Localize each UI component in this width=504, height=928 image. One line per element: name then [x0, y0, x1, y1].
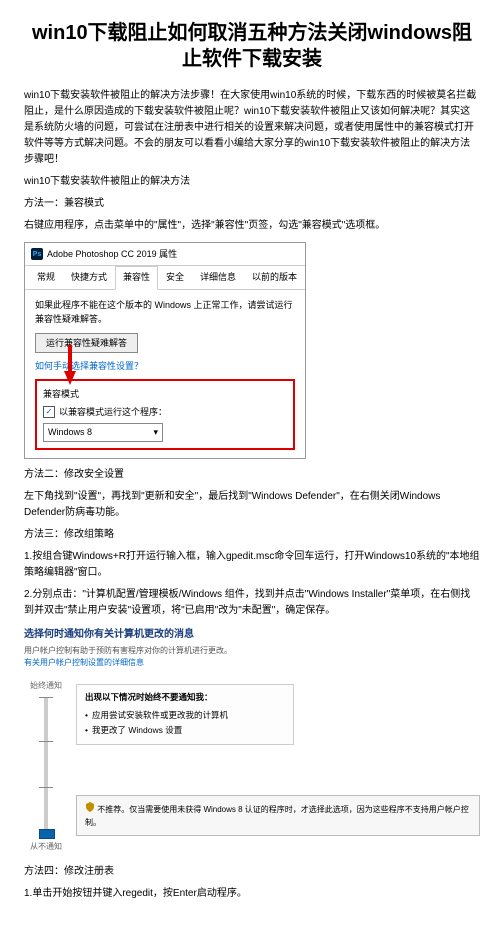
uac-slider-thumb[interactable]	[39, 829, 55, 839]
slider-column: 始终通知 从不通知	[24, 680, 68, 854]
manual-settings-link[interactable]: 如何手动选择兼容性设置？	[35, 361, 143, 371]
compat-checkbox-row[interactable]: ✓ 以兼容模式运行这个程序：	[43, 405, 287, 419]
method3-step2: 2.分别点击："计算机配置/管理模板/Windows 组件，找到并点击"Wind…	[24, 587, 480, 619]
shield-icon	[85, 802, 95, 812]
method2-text: 左下角找到"设置"，再找到"更新和安全"，最后找到"Windows Defend…	[24, 489, 480, 521]
method4-heading: 方法四：修改注册表	[24, 864, 480, 880]
uac-bullet1: 应用尝试安装软件或更改我的计算机	[92, 709, 228, 723]
chevron-down-icon: ▾	[153, 425, 158, 439]
method3-step1: 1.按组合键Windows+R打开运行输入框，输入gpedit.msc命令回车运…	[24, 549, 480, 581]
tab-shortcut[interactable]: 快捷方式	[63, 266, 115, 288]
method3-heading: 方法三：修改组策略	[24, 527, 480, 543]
intro-paragraph: win10下载安装软件被阻止的解决方法步骤！在大家使用win10系统的时候，下载…	[24, 88, 480, 168]
compat-checkbox-label: 以兼容模式运行这个程序：	[59, 405, 167, 419]
uac-warning-text: 不推荐。仅当需要使用未获得 Windows 8 认证的程序时，才选择此选项，因为…	[85, 805, 469, 827]
uac-info-box: 出现以下情况时始终不要通知我： •应用尝试安装软件或更改我的计算机 •我更改了 …	[76, 684, 294, 745]
dropdown-value: Windows 8	[48, 425, 92, 439]
compat-mode-group: 兼容模式 ✓ 以兼容模式运行这个程序： Windows 8 ▾	[35, 379, 295, 449]
page-title: win10下载阻止如何取消五种方法关闭windows阻止软件下载安装	[24, 20, 480, 72]
uac-warning-box: 不推荐。仅当需要使用未获得 Windows 8 认证的程序时，才选择此选项，因为…	[76, 795, 480, 837]
uac-details-link[interactable]: 有关用户帐户控制设置的详细信息	[24, 657, 480, 670]
uac-box-title: 出现以下情况时始终不要通知我：	[85, 691, 285, 705]
tab-general[interactable]: 常规	[29, 266, 63, 288]
dialog-tabs: 常规 快捷方式 兼容性 安全 详细信息 以前的版本	[25, 266, 305, 289]
subheading: win10下载安装软件被阻止的解决方法	[24, 174, 480, 190]
photoshop-icon: Ps	[31, 248, 43, 260]
troubleshoot-button[interactable]: 运行兼容性疑难解答	[35, 333, 138, 353]
method4-step1: 1.单击开始按钮并键入regedit，按Enter启动程序。	[24, 886, 480, 902]
method1-text: 右键应用程序，点击菜单中的"属性"，选择"兼容性"页签，勾选"兼容模式"选项框。	[24, 218, 480, 234]
properties-dialog: Ps Adobe Photoshop CC 2019 属性 常规 快捷方式 兼容…	[24, 242, 306, 459]
uac-desc: 用户帐户控制有助于预防有害程序对你的计算机进行更改。	[24, 645, 480, 658]
dialog-title: Adobe Photoshop CC 2019 属性	[47, 247, 177, 261]
dialog-titlebar: Ps Adobe Photoshop CC 2019 属性	[25, 243, 305, 266]
dialog-body: 如果此程序不能在这个版本的 Windows 上正常工作，请尝试运行兼容性疑难解答…	[25, 290, 305, 458]
compat-checkbox[interactable]: ✓	[43, 406, 55, 418]
uac-bullet2: 我更改了 Windows 设置	[92, 724, 182, 738]
group-label: 兼容模式	[43, 387, 287, 401]
tab-compatibility[interactable]: 兼容性	[115, 266, 158, 289]
dialog-body-text: 如果此程序不能在这个版本的 Windows 上正常工作，请尝试运行兼容性疑难解答…	[35, 298, 295, 327]
uac-title: 选择何时通知你有关计算机更改的消息	[24, 627, 480, 643]
slider-top-label: 始终通知	[30, 680, 62, 693]
compat-os-dropdown[interactable]: Windows 8 ▾	[43, 423, 163, 441]
method2-heading: 方法二：修改安全设置	[24, 467, 480, 483]
uac-slider-track[interactable]	[44, 697, 48, 837]
uac-slider-area: 始终通知 从不通知 出现以下情况时始终不要通知我： •应用尝试安装软件或更改我的…	[24, 680, 480, 854]
tab-security[interactable]: 安全	[158, 266, 192, 288]
tab-previous[interactable]: 以前的版本	[244, 266, 305, 288]
slider-bottom-label: 从不通知	[30, 841, 62, 854]
method1-heading: 方法一：兼容模式	[24, 196, 480, 212]
tab-details[interactable]: 详细信息	[192, 266, 244, 288]
